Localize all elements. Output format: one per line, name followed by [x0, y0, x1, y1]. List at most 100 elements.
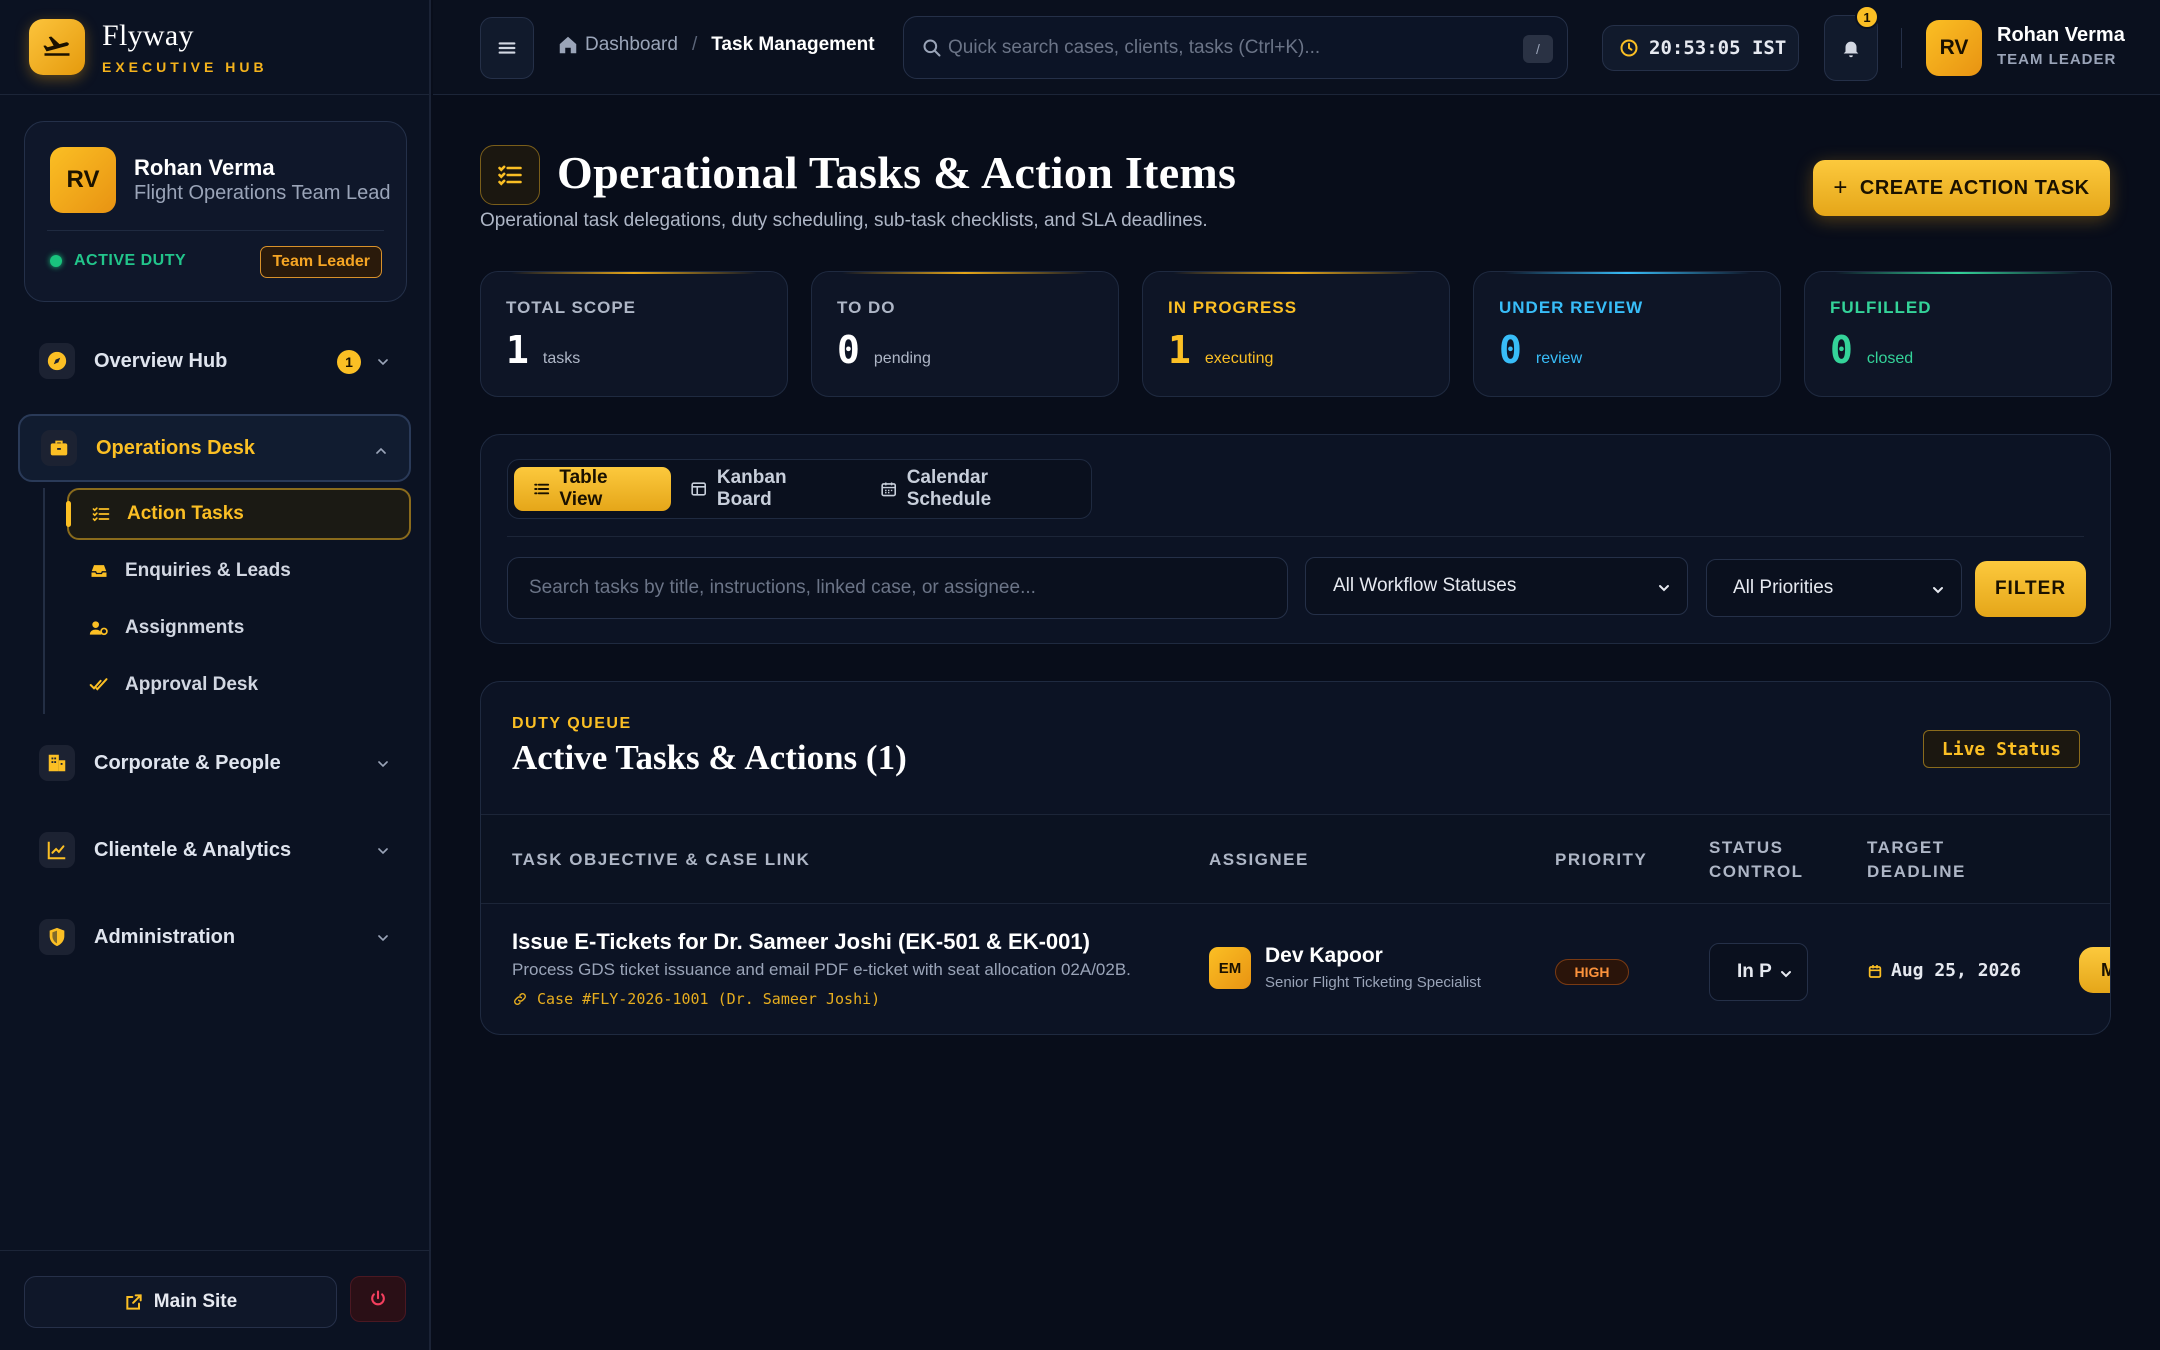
filter-panel: Table View Kanban Board Calendar Schedul…: [480, 434, 2111, 644]
link-icon: [514, 993, 526, 1005]
priority-badge: HIGH: [1555, 959, 1629, 985]
logout-button[interactable]: [350, 1276, 406, 1322]
clock-time: 20:53:05 IST: [1649, 37, 1787, 59]
search-input[interactable]: Quick search cases, clients, tasks (Ctrl…: [903, 16, 1568, 79]
tab-calendar-schedule[interactable]: Calendar Schedule: [861, 467, 1091, 511]
sidebar-item-enquiries-leads[interactable]: Enquiries & Leads: [67, 545, 411, 597]
nav-count-badge: 1: [337, 350, 361, 374]
workflow-status-value: All Workflow Statuses: [1333, 575, 1517, 596]
nav-label: Overview Hub: [94, 349, 228, 372]
sidebar-item-action-tasks[interactable]: Action Tasks: [66, 488, 411, 540]
task-title[interactable]: Issue E-Tickets for Dr. Sameer Joshi (EK…: [512, 929, 1090, 955]
breadcrumb-home[interactable]: Dashboard: [585, 34, 678, 56]
priority-select[interactable]: All Priorities: [1706, 559, 1962, 617]
shield-icon: [39, 919, 75, 955]
task-search-placeholder: Search tasks by title, instructions, lin…: [529, 577, 1036, 598]
chevron-down-icon: [378, 761, 388, 768]
duty-status-label: ACTIVE DUTY: [74, 252, 187, 269]
search-placeholder: Quick search cases, clients, tasks (Ctrl…: [948, 36, 1321, 58]
page-subtitle: Operational task delegations, duty sched…: [480, 210, 1208, 231]
priority-value: All Priorities: [1733, 577, 1834, 598]
sidebar: Flyway EXECUTIVE HUB RV Rohan Verma Flig…: [0, 0, 431, 1350]
sidebar-item-approval-desk[interactable]: Approval Desk: [67, 659, 411, 711]
nav-label: Corporate & People: [94, 751, 281, 774]
row-action-button[interactable]: M: [2079, 947, 2110, 993]
nav-corporate-people[interactable]: Corporate & People: [18, 729, 411, 797]
nav-administration[interactable]: Administration: [18, 903, 411, 971]
card-eyebrow: DUTY QUEUE: [512, 715, 632, 732]
column-header-line: TARGET: [1867, 838, 1945, 857]
user-avatar[interactable]: RV: [1926, 20, 1982, 76]
nav-operations-desk[interactable]: Operations Desk: [18, 414, 411, 482]
task-search-input[interactable]: Search tasks by title, instructions, lin…: [507, 557, 1288, 619]
list-icon: [534, 483, 550, 495]
nav-label: Operations Desk: [96, 436, 255, 459]
building-icon: [39, 745, 75, 781]
calendar-icon: [1868, 964, 1882, 978]
duty-status: ACTIVE DUTY: [50, 252, 186, 270]
tab-table-view[interactable]: Table View: [514, 467, 672, 511]
divider: [1901, 28, 1902, 68]
shortcut-key-badge: /: [1523, 35, 1553, 63]
users-cog-icon: [87, 618, 111, 638]
sidebar-item-assignments[interactable]: Assignments: [67, 602, 411, 654]
stat-card-total-scope: TOTAL SCOPE 1 tasks: [480, 271, 788, 397]
breadcrumb: Dashboard / Task Management: [557, 34, 875, 56]
status-dot-icon: [50, 255, 62, 267]
chevron-down-icon: [378, 935, 388, 942]
profile-card: RV Rohan Verma Flight Operations Team Le…: [24, 121, 407, 302]
create-action-task-button[interactable]: + CREATE ACTION TASK: [1813, 160, 2110, 216]
column-header-priority: PRIORITY: [1555, 850, 1648, 869]
main-site-label: Main Site: [153, 1291, 238, 1312]
sidebar-item-label: Assignments: [125, 617, 245, 638]
active-indicator: [66, 501, 71, 527]
role-badge: Team Leader: [260, 246, 382, 278]
stat-value: 0: [1830, 328, 1853, 372]
filter-button[interactable]: FILTER: [1975, 561, 2086, 617]
nav-label: Clientele & Analytics: [94, 838, 292, 861]
bell-icon: [1843, 41, 1859, 58]
home-icon: [559, 36, 577, 54]
column-header-task: TASK OBJECTIVE & CASE LINK: [512, 850, 811, 869]
inbox-icon: [87, 561, 111, 581]
column-header-line: DEADLINE: [1867, 862, 1966, 881]
search-icon: [923, 39, 941, 56]
clock: 20:53:05 IST: [1602, 25, 1799, 71]
column-header-line: STATUS: [1709, 838, 1784, 857]
column-header-status: STATUS CONTROL: [1709, 836, 1804, 884]
column-header-deadline: TARGET DEADLINE: [1867, 836, 1966, 884]
case-link[interactable]: Case #FLY-2026-1001 (Dr. Sameer Joshi): [512, 990, 880, 1008]
stat-unit: pending: [873, 350, 931, 367]
tab-label: Table View: [559, 467, 608, 510]
table-row[interactable]: Issue E-Tickets for Dr. Sameer Joshi (EK…: [481, 904, 2110, 1034]
case-link-label: Case #FLY-2026-1001 (Dr. Sameer Joshi): [537, 990, 881, 1008]
stat-value: 0: [837, 328, 860, 372]
tab-kanban-board[interactable]: Kanban Board: [671, 467, 861, 511]
brand-subtitle: EXECUTIVE HUB: [102, 59, 268, 75]
status-control-select[interactable]: In P: [1709, 943, 1808, 1001]
hamburger-icon: [498, 42, 516, 54]
menu-toggle-button[interactable]: [480, 17, 534, 79]
stat-unit: closed: [1866, 350, 1914, 367]
columns-icon: [691, 482, 707, 496]
main-site-button[interactable]: Main Site: [24, 1276, 337, 1328]
nav-label: Administration: [94, 925, 236, 948]
profile-role: Flight Operations Team Lead: [134, 182, 391, 204]
sidebar-item-label: Approval Desk: [125, 674, 259, 695]
live-status-badge: Live Status: [1923, 730, 2080, 768]
nav-overview-hub[interactable]: Overview Hub 1: [18, 327, 411, 395]
stat-unit: executing: [1204, 350, 1274, 367]
column-header-line: CONTROL: [1709, 862, 1804, 881]
external-link-icon: [126, 1294, 142, 1310]
workflow-status-select[interactable]: All Workflow Statuses: [1305, 557, 1688, 615]
stat-label: TOTAL SCOPE: [506, 298, 637, 317]
topbar: Dashboard / Task Management Quick search…: [433, 0, 2160, 95]
stat-value: 0: [1499, 328, 1522, 372]
nav-clientele-analytics[interactable]: Clientele & Analytics: [18, 816, 411, 884]
brand: Flyway EXECUTIVE HUB: [0, 0, 429, 95]
stat-label: TO DO: [837, 298, 896, 317]
plane-logo-icon: [29, 19, 85, 75]
stat-card-fulfilled: FULFILLED 0 closed: [1804, 271, 2112, 397]
deadline-value: Aug 25, 2026: [1891, 960, 2022, 981]
status-value: In P: [1737, 961, 1772, 982]
